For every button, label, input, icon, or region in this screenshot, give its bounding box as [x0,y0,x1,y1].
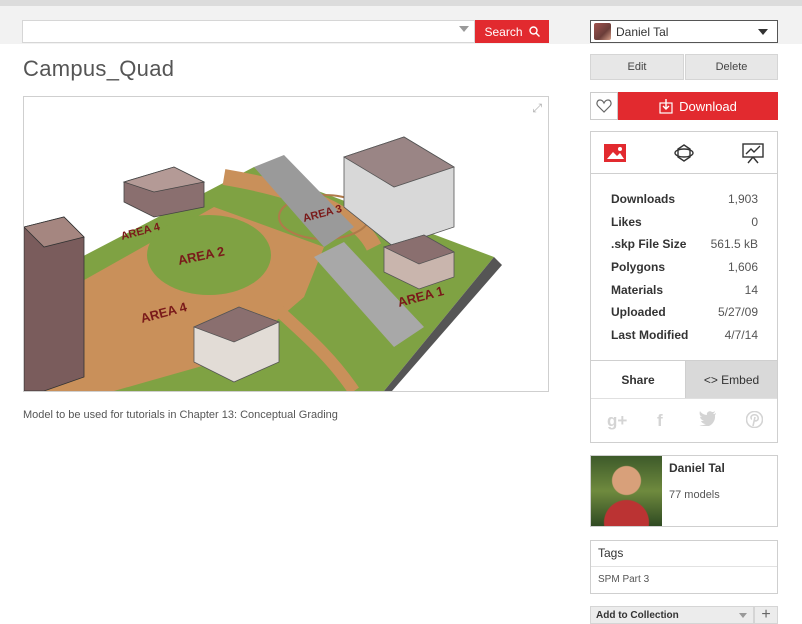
tag-item[interactable]: SPM Part 3 [598,574,649,585]
twitter-icon[interactable] [699,411,717,431]
stat-row: .skp File Size 561.5 kB [611,233,758,256]
view-mode-tabs [591,132,777,174]
page-title: Campus_Quad [23,56,175,81]
favorite-button[interactable] [590,92,618,120]
stat-value: 4/7/14 [724,327,758,342]
facebook-icon[interactable]: f [657,411,663,431]
stat-row: Likes 0 [611,211,758,234]
edit-button-label: Edit [627,61,647,73]
tab-share[interactable]: Share [591,361,685,398]
stat-key: Likes [611,214,642,229]
download-button[interactable]: Download [618,92,778,120]
social-share-row: g+ f [591,398,777,442]
stat-key: Downloads [611,192,676,207]
presentation-icon[interactable] [740,140,766,166]
stat-row: Uploaded 5/27/09 [611,301,758,324]
3d-view-icon[interactable] [671,140,697,166]
delete-button-label: Delete [715,61,748,73]
user-menu-name: Daniel Tal [616,24,669,39]
search-button-label: Search [484,24,523,39]
pinterest-icon[interactable] [745,410,764,433]
tags-heading: Tags [598,546,624,560]
google-plus-icon[interactable]: g+ [607,411,627,431]
stat-key: .skp File Size [611,237,687,252]
stat-value: 5/27/09 [717,305,758,320]
add-to-collection-select[interactable]: Add to Collection [590,606,754,624]
model-preview-image: AREA 4 AREA 2 AREA 3 AREA 4 AREA 1 [24,136,502,391]
share-tabs: Share <> Embed [591,360,777,398]
stat-row: Polygons 1,606 [611,256,758,279]
stats-list: Downloads 1,903 Likes 0 .skp File Size 561.… [611,188,758,346]
image-icon[interactable] [602,140,628,166]
model-description: Model to be used for tutorials in Chapte… [23,409,338,421]
download-button-label: Download [679,98,737,114]
heart-icon [596,99,612,113]
author-model-count[interactable]: 77 models [669,489,720,501]
chevron-down-icon [739,613,747,618]
building-left [24,216,85,391]
user-avatar [594,23,611,40]
author-name[interactable]: Daniel Tal [669,461,725,475]
divider [591,566,777,567]
stat-value: 1,903 [727,192,758,207]
add-to-collection-button[interactable]: + [754,606,778,624]
search-button[interactable]: Search [475,20,549,43]
search-dropdown-caret-icon[interactable] [459,26,469,32]
author-card[interactable]: Daniel Tal 77 models [590,455,778,527]
stat-row: Materials 14 [611,278,758,301]
stat-key: Uploaded [611,305,666,320]
stat-value: 14 [744,282,758,297]
stat-row: Last Modified 4/7/14 [611,324,758,347]
search-icon [528,26,540,37]
model-details-panel: Downloads 1,903 Likes 0 .skp File Size 561.… [590,131,778,443]
expand-icon[interactable]: ⤢ [532,101,542,116]
model-viewer[interactable]: AREA 4 AREA 2 AREA 3 AREA 4 AREA 1 ⤢ [23,96,549,392]
delete-button[interactable]: Delete [685,54,778,80]
add-to-collection-label: Add to Collection [596,609,679,621]
stat-value: 561.5 kB [710,237,758,252]
user-menu-select[interactable]: Daniel Tal [590,20,778,43]
stat-row: Downloads 1,903 [611,188,758,211]
top-bar: Search Daniel Tal [0,0,802,44]
stat-key: Last Modified [611,327,689,342]
stat-key: Polygons [611,260,666,275]
author-avatar[interactable] [591,456,662,526]
edit-button[interactable]: Edit [590,54,684,80]
stat-value: 1,606 [727,260,758,275]
building-top-left [122,166,206,218]
stat-key: Materials [611,282,664,297]
download-icon [659,98,673,114]
tags-box: Tags SPM Part 3 [590,540,778,594]
plus-icon: + [761,606,771,623]
tab-embed[interactable]: <> Embed [685,361,777,398]
search-input[interactable] [22,20,475,43]
stat-value: 0 [751,214,758,229]
chevron-down-icon [758,28,768,35]
